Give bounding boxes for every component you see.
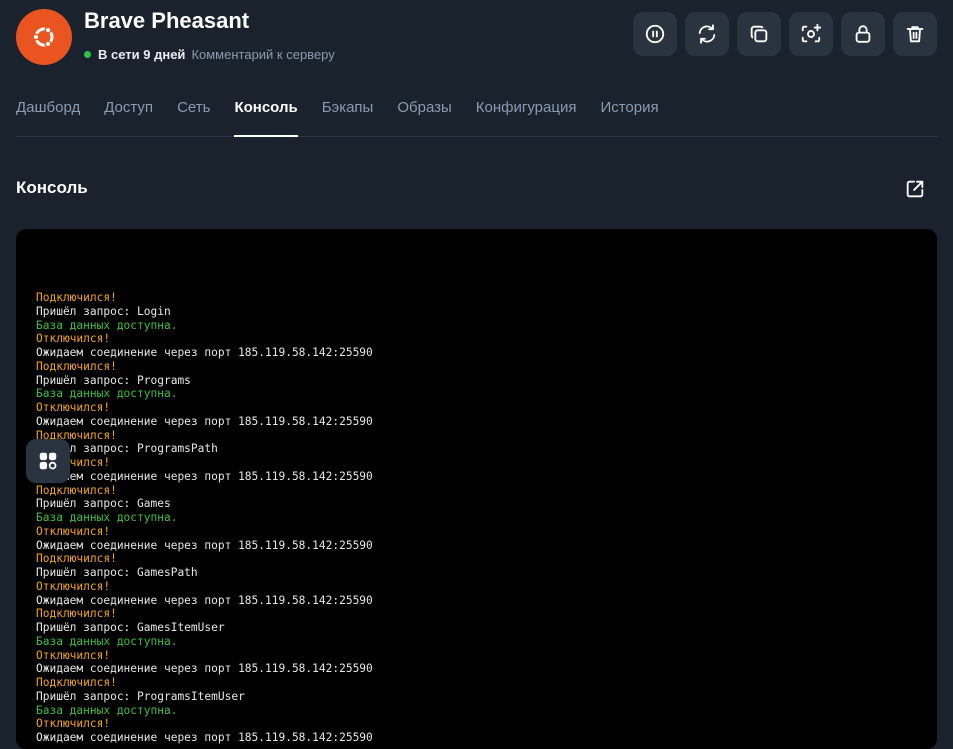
console-line: Отключился! (36, 648, 111, 662)
server-header: Brave Pheasant В сети 9 дней Комментарий… (16, 8, 937, 65)
console-line: Подключился! (36, 676, 117, 689)
refresh-icon (698, 24, 716, 44)
lock-icon (855, 25, 871, 43)
console-line: База данных доступна. (36, 511, 178, 524)
tab-access[interactable]: Доступ (104, 96, 153, 132)
restart-button[interactable] (685, 12, 729, 56)
console-output: Подключился! Пришёл запрос: Login База дан… (36, 291, 373, 745)
console-line: База данных доступна. (36, 318, 178, 332)
console-line: Пришёл запрос: Login (36, 304, 171, 318)
console-line: Ожидаем соединение через порт 185.119.58… (36, 469, 373, 483)
camera-add-icon (801, 23, 822, 43)
console-line: Ожидаем соединение через порт 185.119.58… (36, 662, 373, 676)
section-title: Консоль (16, 178, 88, 197)
copy-icon (750, 25, 768, 43)
console-line: База данных доступна. (36, 703, 178, 717)
trash-icon (906, 26, 924, 43)
tab-history[interactable]: История (600, 96, 658, 132)
console-line: Отключился! (36, 456, 111, 469)
console-line: Ожидаем соединение через порт 185.119.58… (36, 731, 373, 744)
console-line: Пришёл запрос: Programs (36, 373, 191, 387)
ubuntu-logo-icon (16, 9, 72, 65)
console-line: Пришёл запрос: Games (36, 497, 171, 511)
clone-button[interactable] (737, 12, 781, 56)
delete-button[interactable] (893, 12, 937, 56)
console-line: Пришёл запрос: GamesPath (36, 566, 198, 579)
console-line: Подключился! (36, 607, 117, 621)
console-line: Ожидаем соединение через порт 185.119.58… (36, 593, 373, 607)
tab-backups[interactable]: Бэкапы (322, 96, 374, 132)
apps-menu-button[interactable] (26, 439, 70, 483)
console-terminal[interactable]: Подключился! Пришёл запрос: Login База дан… (16, 229, 937, 749)
pause-button[interactable] (633, 12, 677, 56)
console-line: База данных доступна. (36, 387, 178, 401)
tab-network[interactable]: Сеть (177, 96, 210, 132)
server-tabs: Дашборд Доступ Сеть Консоль Бэкапы Образ… (16, 96, 937, 137)
tab-console[interactable]: Консоль (234, 96, 298, 137)
external-link-icon (906, 180, 924, 198)
console-line: Ожидаем соединение через порт 185.119.58… (36, 538, 373, 552)
console-line: Пришёл запрос: ProgramsPath (36, 442, 218, 456)
console-line: Отключился! (36, 717, 111, 731)
server-status: В сети 9 дней Комментарий к серверу (84, 47, 335, 62)
console-line: Отключился! (36, 579, 111, 593)
console-line: Отключился! (36, 332, 111, 346)
console-line: Подключился! (36, 483, 117, 497)
online-status-dot (84, 51, 91, 58)
console-line: Подключился! (36, 428, 117, 442)
console-line: Ожидаем соединение через порт 185.119.58… (36, 346, 373, 359)
lock-button[interactable] (841, 12, 885, 56)
server-comment-link[interactable]: Комментарий к серверу (191, 47, 334, 62)
console-line: Пришёл запрос: GamesItemUser (36, 621, 225, 634)
server-name: Brave Pheasant (84, 8, 250, 33)
snapshot-button[interactable] (789, 12, 833, 56)
console-line: Отключился! (36, 524, 111, 538)
console-line: Подключился! (36, 291, 117, 304)
uptime-text: В сети 9 дней (98, 47, 186, 62)
apps-grid-icon (39, 452, 57, 470)
pause-icon (645, 24, 665, 44)
console-line: Подключился! (36, 552, 117, 566)
console-line: База данных доступна. (36, 634, 178, 648)
server-actions (633, 12, 937, 56)
open-in-new-window-button[interactable] (904, 178, 926, 200)
tab-dashboard[interactable]: Дашборд (16, 96, 80, 132)
console-line: Ожидаем соединение через порт 185.119.58… (36, 414, 373, 428)
tab-configuration[interactable]: Конфигурация (476, 96, 577, 132)
tab-images[interactable]: Образы (397, 96, 451, 132)
console-line: Отключился! (36, 401, 111, 414)
console-line: Подключился! (36, 359, 117, 373)
console-line: Пришёл запрос: ProgramsItemUser (36, 689, 245, 703)
